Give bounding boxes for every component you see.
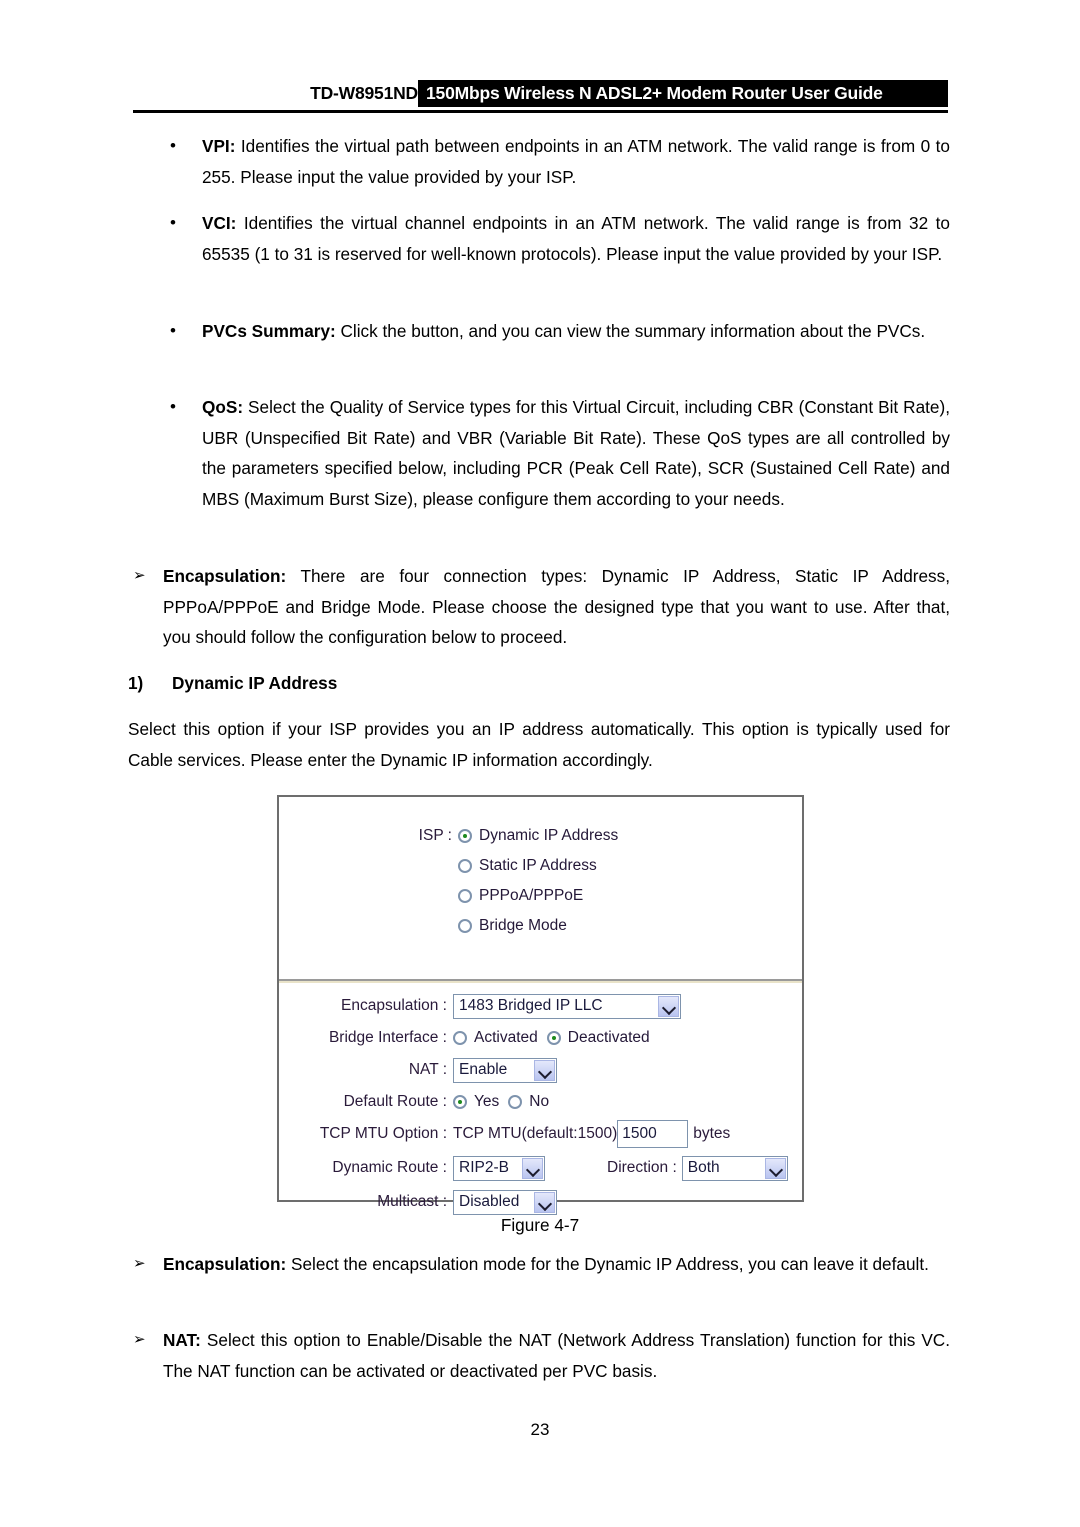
isp-label: ISP : bbox=[418, 827, 452, 844]
encapsulation-row: Encapsulation : 1483 Bridged IP LLC bbox=[279, 989, 802, 1023]
direction-select[interactable]: Both bbox=[681, 1155, 788, 1181]
list-item: PVCs Summary: Click the button, and you … bbox=[170, 316, 950, 347]
radio-icon-activated[interactable] bbox=[453, 1031, 467, 1045]
nat-select[interactable]: Enable bbox=[453, 1057, 557, 1083]
bullet-term: QoS: bbox=[202, 397, 244, 417]
list-item: Encapsulation: Select the encapsulation … bbox=[133, 1249, 950, 1280]
bridge-interface-option-deactivated[interactable]: Deactivated bbox=[546, 1029, 664, 1047]
default-route-label: Default Route : bbox=[343, 1093, 447, 1110]
multicast-value: Disabled bbox=[459, 1193, 520, 1210]
chevron-down-icon[interactable] bbox=[764, 1157, 786, 1179]
bridge-interface-label: Bridge Interface : bbox=[328, 1029, 447, 1046]
direction-label: Direction : bbox=[607, 1159, 677, 1176]
list-item: Encapsulation: There are four connection… bbox=[133, 561, 950, 653]
isp-row-2: Static IP Address bbox=[279, 851, 802, 881]
tcp-mtu-value: 1500 bbox=[622, 1125, 657, 1142]
bullet-term: VPI: bbox=[202, 136, 236, 156]
chevron-down-icon[interactable] bbox=[658, 995, 679, 1017]
router-config-figure: ISP : Dynamic IP Address Static IP Addre… bbox=[277, 795, 804, 1215]
isp-option-label: Bridge Mode bbox=[479, 917, 567, 934]
bullet-term: NAT: bbox=[163, 1330, 201, 1350]
isp-option-static-ip[interactable]: Static IP Address bbox=[458, 857, 611, 875]
bridge-interface-row: Bridge Interface : Activated Deactivated bbox=[279, 1023, 802, 1053]
list-item: NAT: Select this option to Enable/Disabl… bbox=[133, 1325, 950, 1386]
dynamic-route-select[interactable]: RIP2-B bbox=[453, 1155, 545, 1181]
isp-row-1: ISP : Dynamic IP Address bbox=[279, 821, 802, 851]
isp-row-4: Bridge Mode bbox=[279, 911, 802, 941]
nat-row: NAT : Enable bbox=[279, 1053, 802, 1087]
radio-icon-deactivated[interactable] bbox=[546, 1031, 561, 1045]
dynamic-route-label: Dynamic Route : bbox=[332, 1159, 447, 1176]
radio-icon-pppoa-pppoe[interactable] bbox=[458, 889, 472, 903]
tcp-mtu-input[interactable]: 1500 bbox=[617, 1120, 689, 1148]
bullet-text: Click the button, and you can view the s… bbox=[335, 321, 926, 341]
multicast-row: Multicast : Disabled bbox=[279, 1185, 802, 1219]
bridge-interface-option-label: Deactivated bbox=[567, 1029, 650, 1046]
bullet-term: Encapsulation: bbox=[163, 566, 287, 586]
tcp-mtu-unit: bytes bbox=[693, 1125, 731, 1142]
isp-option-dynamic-ip[interactable]: Dynamic IP Address bbox=[458, 827, 632, 845]
bullet-term: PVCs Summary: bbox=[202, 321, 336, 341]
isp-option-pppoa-pppoe[interactable]: PPPoA/PPPoE bbox=[458, 887, 597, 905]
encapsulation-value: 1483 Bridged IP LLC bbox=[459, 997, 603, 1014]
bullet-text: Select the encapsulation mode for the Dy… bbox=[286, 1254, 929, 1274]
isp-section: ISP : Dynamic IP Address Static IP Addre… bbox=[279, 821, 802, 983]
page-header: TD-W8951ND 150Mbps Wireless N ADSL2+ Mod… bbox=[133, 80, 948, 110]
isp-option-label: Static IP Address bbox=[479, 857, 597, 874]
chevron-down-icon[interactable] bbox=[534, 1191, 555, 1213]
bridge-interface-option-activated[interactable]: Activated bbox=[453, 1029, 547, 1047]
header-model-name: TD-W8951ND bbox=[310, 83, 418, 103]
dynamic-route-value: RIP2-B bbox=[459, 1159, 509, 1176]
list-item: QoS: Select the Quality of Service types… bbox=[170, 392, 950, 514]
isp-row-3: PPPoA/PPPoE bbox=[279, 881, 802, 911]
list-item: VCI: Identifies the virtual channel endp… bbox=[170, 208, 950, 269]
bullet-term: VCI: bbox=[202, 213, 237, 233]
chevron-down-icon[interactable] bbox=[522, 1157, 543, 1179]
default-route-option-label: No bbox=[529, 1093, 550, 1110]
header-rule bbox=[133, 110, 948, 113]
default-route-option-no[interactable]: No bbox=[508, 1093, 563, 1111]
encapsulation-select[interactable]: 1483 Bridged IP LLC bbox=[453, 993, 681, 1019]
radio-icon-bridge-mode[interactable] bbox=[458, 919, 472, 933]
radio-icon-dynamic-ip[interactable] bbox=[458, 829, 472, 843]
dynamic-route-row: Dynamic Route : RIP2-B Direction : Both bbox=[279, 1151, 802, 1185]
nat-value: Enable bbox=[459, 1061, 508, 1078]
section-heading: 1) Dynamic IP Address bbox=[128, 668, 337, 699]
default-route-option-yes[interactable]: Yes bbox=[453, 1093, 508, 1111]
default-route-row: Default Route : Yes No bbox=[279, 1087, 802, 1117]
multicast-label: Multicast : bbox=[377, 1193, 447, 1210]
encapsulation-label: Encapsulation : bbox=[341, 997, 447, 1014]
connection-form-section: Encapsulation : 1483 Bridged IP LLC Brid… bbox=[279, 979, 802, 1219]
chevron-down-icon[interactable] bbox=[534, 1059, 555, 1081]
page-number: 23 bbox=[530, 1420, 550, 1439]
tcp-mtu-row: TCP MTU Option : TCP MTU(default:1500) 1… bbox=[279, 1117, 802, 1151]
list-item: VPI: Identifies the virtual path between… bbox=[170, 131, 950, 192]
bullet-text: Select this option to Enable/Disable the… bbox=[163, 1330, 950, 1381]
isp-option-bridge-mode[interactable]: Bridge Mode bbox=[458, 917, 581, 935]
figure-caption: Figure 4-7 bbox=[500, 1215, 580, 1235]
isp-option-label: Dynamic IP Address bbox=[479, 827, 619, 844]
section-title: Dynamic IP Address bbox=[172, 673, 338, 693]
tcp-mtu-label: TCP MTU Option : bbox=[319, 1125, 447, 1142]
radio-icon-static-ip[interactable] bbox=[458, 859, 472, 873]
section-number: 1) bbox=[128, 673, 144, 693]
bullet-text: Identifies the virtual path between endp… bbox=[202, 136, 950, 187]
bullet-text: Select the Quality of Service types for … bbox=[202, 397, 950, 509]
multicast-select[interactable]: Disabled bbox=[453, 1189, 557, 1215]
header-title-band: 150Mbps Wireless N ADSL2+ Modem Router U… bbox=[418, 80, 948, 107]
bullet-text: Identifies the virtual channel endpoints… bbox=[202, 213, 950, 264]
isp-option-label: PPPoA/PPPoE bbox=[479, 887, 584, 904]
bullet-term: Encapsulation: bbox=[163, 1254, 287, 1274]
nat-label: NAT : bbox=[408, 1061, 447, 1078]
direction-value: Both bbox=[687, 1159, 720, 1176]
header-title: 150Mbps Wireless N ADSL2+ Modem Router U… bbox=[426, 83, 883, 103]
bridge-interface-option-label: Activated bbox=[474, 1029, 538, 1046]
section-description: Select this option if your ISP provides … bbox=[128, 719, 950, 770]
radio-icon-no[interactable] bbox=[508, 1095, 523, 1109]
default-route-option-label: Yes bbox=[474, 1093, 500, 1110]
tcp-mtu-prefix: TCP MTU(default:1500) bbox=[453, 1125, 618, 1142]
radio-icon-yes[interactable] bbox=[453, 1095, 467, 1109]
